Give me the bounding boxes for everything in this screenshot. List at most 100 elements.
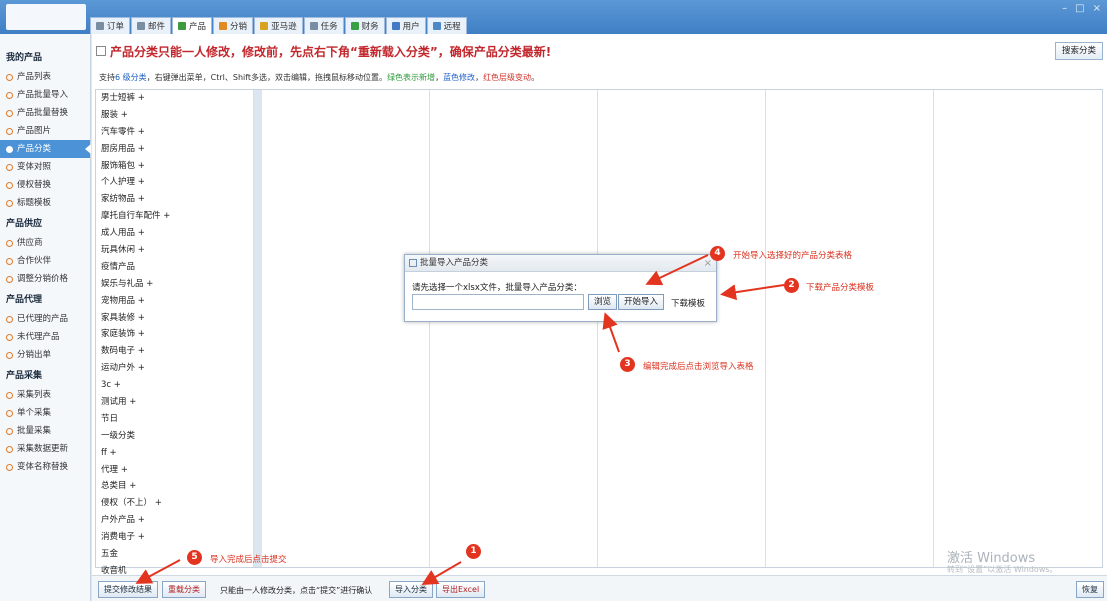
tab-users[interactable]: 用户 bbox=[385, 17, 426, 34]
sidebar-item[interactable]: 采集列表 bbox=[0, 386, 90, 404]
sidebar-item-label: 调整分销价格 bbox=[17, 274, 69, 284]
hint-text: 。 bbox=[531, 73, 540, 82]
search-category-button[interactable]: 搜索分类 bbox=[1054, 42, 1103, 60]
window-controls: – □ × bbox=[1062, 3, 1101, 14]
dialog-title: 批量导入产品分类 bbox=[420, 258, 489, 268]
hint-blue: 蓝色修改 bbox=[443, 73, 476, 82]
category-item[interactable]: 男士短裤 + bbox=[96, 90, 253, 107]
sidebar-item[interactable]: 变体名称替换 bbox=[0, 458, 90, 476]
category-item[interactable]: 个人护理 + bbox=[96, 174, 253, 191]
submit-changes-button[interactable]: 提交修改结果 bbox=[98, 581, 158, 598]
category-item[interactable]: 侵权（不上） + bbox=[96, 495, 253, 512]
category-item[interactable]: 摩托自行车配件 + bbox=[96, 208, 253, 225]
sidebar-item[interactable]: 标题模板 bbox=[0, 194, 90, 212]
circle-icon bbox=[6, 351, 13, 359]
category-item[interactable]: 娱乐与礼品 + bbox=[96, 276, 253, 293]
circle-icon bbox=[6, 145, 13, 153]
sidebar-item[interactable]: 变体对照 bbox=[0, 158, 90, 176]
sidebar-item-label: 产品图片 bbox=[17, 126, 52, 136]
category-item[interactable]: 节日 bbox=[96, 411, 253, 428]
sidebar-item[interactable]: 产品列表 bbox=[0, 68, 90, 86]
sidebar-item[interactable]: 单个采集 bbox=[0, 404, 90, 422]
category-item[interactable]: 家纺物品 + bbox=[96, 191, 253, 208]
sidebar-item[interactable]: 已代理的产品 bbox=[0, 310, 90, 328]
minimize-icon[interactable]: – bbox=[1062, 3, 1067, 14]
category-column-level-6 bbox=[934, 90, 1100, 567]
sidebar-item[interactable]: 侵权替换 bbox=[0, 176, 90, 194]
sidebar-item[interactable]: 产品批量导入 bbox=[0, 86, 90, 104]
file-path-input[interactable] bbox=[412, 294, 584, 310]
circle-icon bbox=[6, 391, 13, 399]
sidebar-item[interactable]: 供应商 bbox=[0, 234, 90, 252]
hint-text: ， bbox=[475, 73, 484, 82]
export-excel-button[interactable]: 导出Excel bbox=[436, 581, 486, 598]
tab-orders[interactable]: 订单 bbox=[90, 17, 131, 34]
dialog-close-icon[interactable]: × bbox=[704, 256, 712, 272]
category-column-level-3 bbox=[430, 90, 598, 567]
hint-levels: 6 级分类 bbox=[115, 73, 147, 82]
tab-finance[interactable]: 财务 bbox=[344, 17, 385, 34]
annotation-badge-5: 5 bbox=[187, 550, 202, 565]
category-item[interactable]: 服装 + bbox=[96, 107, 253, 124]
orders-icon bbox=[96, 22, 104, 30]
category-item[interactable]: 总类目 + bbox=[96, 478, 253, 495]
sidebar-item[interactable]: 产品分类 bbox=[0, 140, 91, 158]
tab-amazon[interactable]: 亚马逊 bbox=[254, 17, 303, 34]
hint-text: ， bbox=[435, 73, 444, 82]
category-item[interactable]: ff + bbox=[96, 445, 253, 462]
category-item[interactable]: 家具装修 + bbox=[96, 310, 253, 327]
restore-button[interactable]: 恢复 bbox=[1076, 581, 1104, 598]
category-item[interactable]: 代理 + bbox=[96, 462, 253, 479]
category-item[interactable]: 数码电子 + bbox=[96, 343, 253, 360]
category-item[interactable]: 玩具休闲 + bbox=[96, 242, 253, 259]
sidebar-item-label: 批量采集 bbox=[17, 426, 52, 436]
download-template-link[interactable]: 下载模板 bbox=[671, 297, 705, 309]
tab-distribution[interactable]: 分销 bbox=[213, 17, 254, 34]
finance-icon bbox=[350, 22, 359, 30]
category-item[interactable]: 一级分类 bbox=[96, 428, 253, 445]
notice-banner: 产品分类只能一人修改，修改前，先点右下角“重新载入分类”，确保产品分类最新! bbox=[96, 42, 551, 60]
category-item[interactable]: 消费电子 + bbox=[96, 529, 253, 546]
start-import-button[interactable]: 开始导入 bbox=[618, 294, 665, 310]
reload-categories-button[interactable]: 重载分类 bbox=[162, 581, 206, 598]
sidebar-item[interactable]: 合作伙伴 bbox=[0, 252, 90, 270]
sidebar-item-label: 变体名称替换 bbox=[17, 462, 69, 472]
sidebar-item[interactable]: 产品图片 bbox=[0, 122, 90, 140]
sidebar-item-label: 采集列表 bbox=[17, 390, 52, 400]
sidebar-item[interactable]: 产品批量替换 bbox=[0, 104, 90, 122]
close-icon[interactable]: × bbox=[1093, 3, 1101, 14]
category-item[interactable]: 宠物用品 + bbox=[96, 293, 253, 310]
tab-label: 远程 bbox=[443, 22, 461, 32]
category-item[interactable]: 成人用品 + bbox=[96, 225, 253, 242]
annotation-badge-4: 4 bbox=[710, 246, 725, 261]
tab-mail[interactable]: 邮件 bbox=[131, 17, 172, 34]
sidebar-item[interactable]: 未代理产品 bbox=[0, 328, 90, 346]
dialog-title-bar: 批量导入产品分类 × bbox=[405, 255, 716, 272]
import-categories-button[interactable]: 导入分类 bbox=[389, 581, 433, 598]
category-item[interactable]: 测试用 + bbox=[96, 394, 253, 411]
circle-icon bbox=[6, 333, 13, 341]
browse-button[interactable]: 浏览 bbox=[588, 294, 618, 310]
sidebar-item[interactable]: 调整分销价格 bbox=[0, 270, 90, 288]
maximize-icon[interactable]: □ bbox=[1075, 3, 1084, 14]
category-item[interactable]: 运动户外 + bbox=[96, 360, 253, 377]
sidebar-item-label: 侵权替换 bbox=[17, 180, 52, 190]
sidebar-section-title: 产品代理 bbox=[6, 295, 43, 305]
category-item[interactable]: 疫情产品 bbox=[96, 259, 253, 276]
sidebar-item[interactable]: 批量采集 bbox=[0, 422, 90, 440]
tab-tasks[interactable]: 任务 bbox=[303, 17, 344, 34]
category-item[interactable]: 3c + bbox=[96, 377, 253, 394]
category-item[interactable]: 厨房用品 + bbox=[96, 141, 253, 158]
category-item[interactable]: 服饰箱包 + bbox=[96, 158, 253, 175]
hint-text: 支持 bbox=[99, 73, 115, 82]
scrollbar[interactable] bbox=[254, 90, 262, 567]
sidebar-item[interactable]: 采集数据更新 bbox=[0, 440, 90, 458]
category-item[interactable]: 汽车零件 + bbox=[96, 124, 253, 141]
sidebar-item[interactable]: 分销出单 bbox=[0, 346, 90, 364]
tab-remote[interactable]: 远程 bbox=[426, 17, 467, 34]
category-item[interactable]: 户外产品 + bbox=[96, 512, 253, 529]
category-item[interactable]: 家庭装饰 + bbox=[96, 326, 253, 343]
tab-products[interactable]: 产品 bbox=[172, 17, 213, 34]
tab-label: 亚马逊 bbox=[271, 22, 297, 32]
circle-icon bbox=[6, 409, 13, 417]
